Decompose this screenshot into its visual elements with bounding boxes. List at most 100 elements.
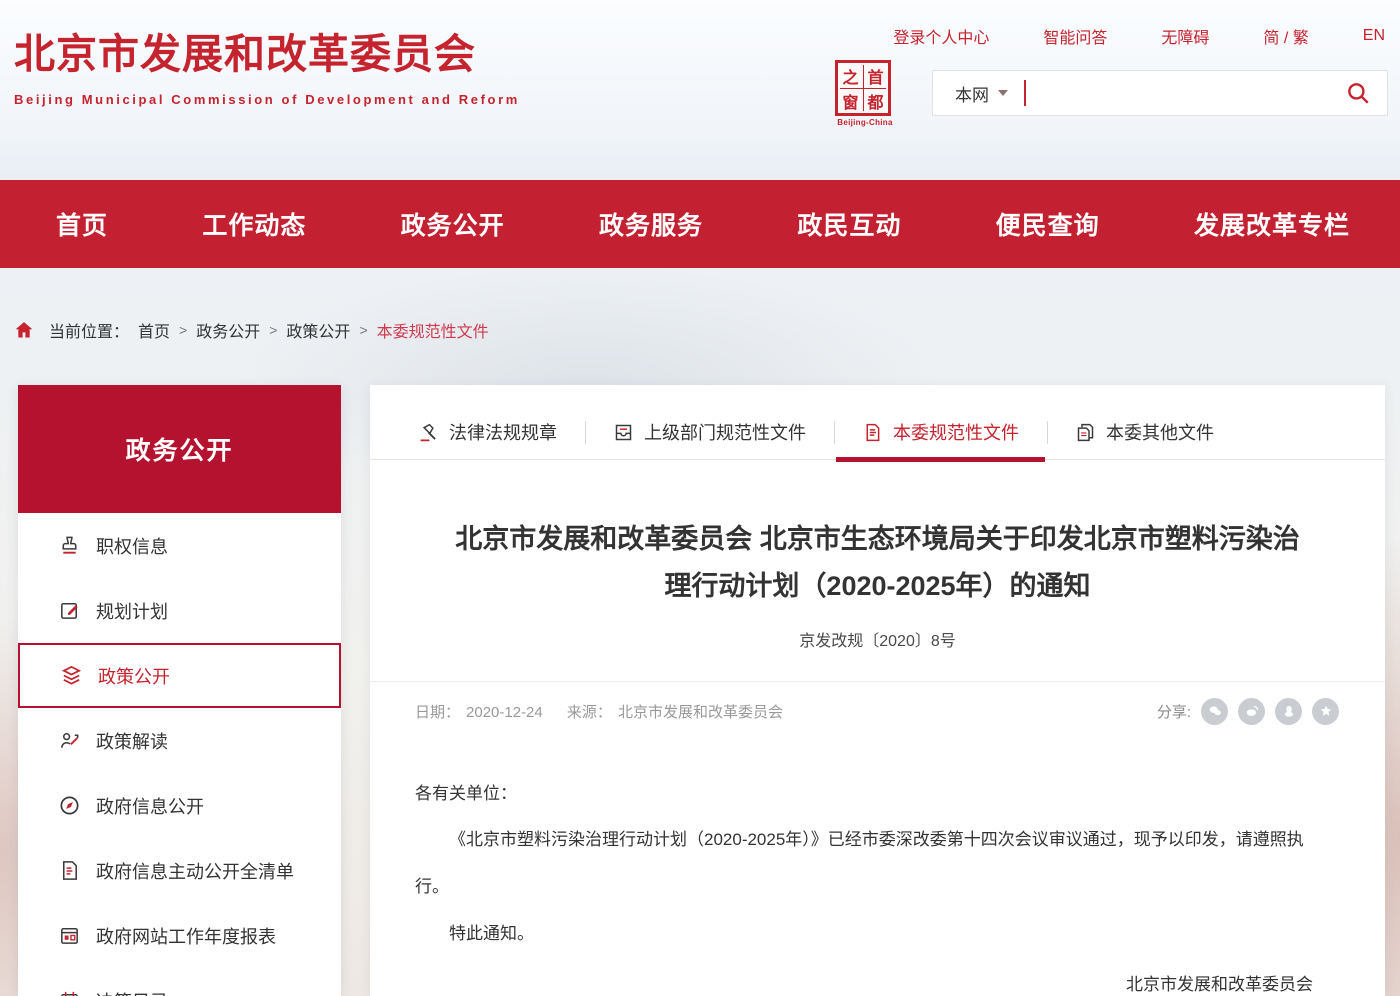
main-content: 法律法规规章 上级部门规范性文件 本委规范性文件: [370, 385, 1385, 996]
sidebar: 政务公开 职权信息 规划计划 政策公开: [18, 385, 341, 996]
utility-link-login[interactable]: 登录个人中心: [893, 24, 989, 48]
gavel-icon: [418, 422, 439, 443]
tab-label: 上级部门规范性文件: [644, 419, 806, 445]
article-salutation: 各有关单位：: [415, 771, 1325, 818]
sidebar-title: 政务公开: [18, 385, 341, 513]
article-notice: 特此通知。: [415, 911, 1325, 958]
qq-icon: [1281, 703, 1297, 719]
breadcrumb-separator: >: [179, 322, 187, 338]
search-input[interactable]: [1026, 71, 1345, 115]
utility-links: 登录个人中心 智能问答 无障碍 简 / 繁 EN: [893, 24, 1385, 48]
tab-label: 本委规范性文件: [893, 419, 1019, 445]
weibo-icon: [1244, 703, 1260, 719]
seal-char: 首: [863, 63, 888, 88]
seal-char: 窗: [838, 88, 863, 113]
sidebar-item-label: 职权信息: [96, 533, 168, 559]
nav-item-home[interactable]: 首页: [56, 206, 108, 242]
sidebar-item-label: 政府信息主动公开全清单: [96, 858, 294, 884]
sidebar-item-label: 决策目录: [96, 988, 168, 996]
article-meta-left: 日期：2020-12-24 来源：北京市发展和改革委员会: [415, 701, 789, 722]
compass-icon: [58, 794, 81, 817]
article-paragraph: 《北京市塑料污染治理行动计划（2020-2025年）》已经市委深改委第十四次会议…: [415, 817, 1325, 911]
nav-item-gov-openness[interactable]: 政务公开: [401, 206, 505, 242]
article-signature: 北京市发展和改革委员会: [415, 962, 1325, 996]
home-icon[interactable]: [14, 320, 34, 340]
tab-laws-regulations[interactable]: 法律法规规章: [390, 405, 585, 459]
tab-commission-normative-docs[interactable]: 本委规范性文件: [834, 405, 1047, 459]
page: 北京市发展和改革委员会 Beijing Municipal Commission…: [0, 0, 1400, 996]
nav-item-work-news[interactable]: 工作动态: [202, 206, 306, 242]
interpretation-icon: [58, 729, 81, 752]
stamp-icon: [58, 534, 81, 557]
search-scope-dropdown[interactable]: 本网: [955, 81, 1008, 106]
sidebar-item-policy-interpretation[interactable]: 政策解读: [18, 708, 341, 773]
seal-char: 都: [863, 88, 888, 113]
search-bar: 本网: [932, 70, 1388, 116]
sidebar-item-label: 政策解读: [96, 728, 168, 754]
tab-superior-normative-docs[interactable]: 上级部门规范性文件: [585, 405, 834, 459]
sidebar-item-label: 规划计划: [96, 598, 168, 624]
nav-item-convenience-search[interactable]: 便民查询: [996, 206, 1100, 242]
nav-item-reform-special[interactable]: 发展改革专栏: [1194, 206, 1350, 242]
breadcrumb-separator: >: [359, 322, 367, 338]
nav-item-gov-services[interactable]: 政务服务: [599, 206, 703, 242]
policy-layers-icon: [60, 664, 83, 687]
tab-label: 本委其他文件: [1106, 419, 1214, 445]
plan-edit-icon: [58, 599, 81, 622]
site-header: 北京市发展和改革委员会 Beijing Municipal Commission…: [0, 0, 1400, 180]
sidebar-item-gov-info-open[interactable]: 政府信息公开: [18, 773, 341, 838]
wechat-icon: [1207, 703, 1223, 719]
utility-link-smart-qa[interactable]: 智能问答: [1043, 24, 1107, 48]
seal-char: 之: [838, 63, 863, 88]
search-button[interactable]: [1345, 80, 1371, 106]
main-nav: 首页 工作动态 政务公开 政务服务 政民互动 便民查询 发展改革专栏: [0, 180, 1400, 268]
share-qzone-button[interactable]: [1312, 698, 1339, 725]
capital-window-seal-logo[interactable]: 之 首 窗 都 Beijing-China: [835, 60, 895, 127]
utility-link-english[interactable]: EN: [1363, 27, 1385, 45]
utility-link-lang-toggle[interactable]: 简 / 繁: [1263, 24, 1308, 48]
search-scope-label: 本网: [955, 81, 989, 106]
sidebar-item-label: 政策公开: [98, 663, 170, 689]
qzone-icon: [1318, 703, 1334, 719]
share-bar: 分享:: [1157, 698, 1339, 725]
document-number: 京发改规〔2020〕8号: [370, 627, 1385, 651]
annual-report-icon: [58, 924, 81, 947]
share-qq-button[interactable]: [1275, 698, 1302, 725]
sidebar-item-label: 政府网站工作年度报表: [96, 923, 276, 949]
seal-caption: Beijing-China: [835, 118, 895, 127]
sidebar-item-planning[interactable]: 规划计划: [18, 578, 341, 643]
breadcrumb-separator: >: [269, 322, 277, 338]
divider: [370, 681, 1385, 682]
site-subtitle: Beijing Municipal Commission of Developm…: [14, 92, 520, 107]
breadcrumb-item-gov-openness[interactable]: 政务公开: [196, 318, 260, 342]
date-label: 日期：: [415, 704, 460, 721]
sidebar-item-policy-open[interactable]: 政策公开: [18, 643, 341, 708]
share-wechat-button[interactable]: [1201, 698, 1228, 725]
tab-commission-other-docs[interactable]: 本委其他文件: [1047, 405, 1242, 459]
inbox-doc-icon: [613, 422, 634, 443]
sidebar-item-duty-info[interactable]: 职权信息: [18, 513, 341, 578]
sidebar-item-website-annual-report[interactable]: 政府网站工作年度报表: [18, 903, 341, 968]
document-list-icon: [58, 859, 81, 882]
sidebar-item-decision-catalog[interactable]: 决策目录: [18, 968, 341, 996]
site-logo[interactable]: 北京市发展和改革委员会 Beijing Municipal Commission…: [14, 20, 520, 107]
breadcrumb: 当前位置： 首页 > 政务公开 > 政策公开 > 本委规范性文件: [14, 318, 489, 342]
breadcrumb-location-label: 当前位置：: [49, 318, 129, 342]
source-label: 来源：: [567, 704, 612, 721]
sidebar-item-proactive-disclosure-list[interactable]: 政府信息主动公开全清单: [18, 838, 341, 903]
breadcrumb-item-policy-open[interactable]: 政策公开: [286, 318, 350, 342]
chevron-down-icon: [998, 90, 1008, 96]
tab-label: 法律法规规章: [449, 419, 557, 445]
breadcrumb-item-current: 本委规范性文件: [377, 318, 489, 342]
article-meta: 日期：2020-12-24 来源：北京市发展和改革委员会 分享:: [370, 698, 1385, 725]
nav-item-public-interaction[interactable]: 政民互动: [797, 206, 901, 242]
share-weibo-button[interactable]: [1238, 698, 1265, 725]
article-body: 各有关单位： 《北京市塑料污染治理行动计划（2020-2025年）》已经市委深改…: [370, 771, 1385, 996]
utility-link-accessibility[interactable]: 无障碍: [1161, 24, 1209, 48]
site-title: 北京市发展和改革委员会: [14, 20, 520, 80]
search-icon: [1345, 80, 1371, 106]
article-date: 2020-12-24: [466, 704, 543, 721]
breadcrumb-item-home[interactable]: 首页: [138, 318, 170, 342]
document-copy-icon: [1075, 422, 1096, 443]
decision-catalog-icon: [58, 989, 81, 996]
